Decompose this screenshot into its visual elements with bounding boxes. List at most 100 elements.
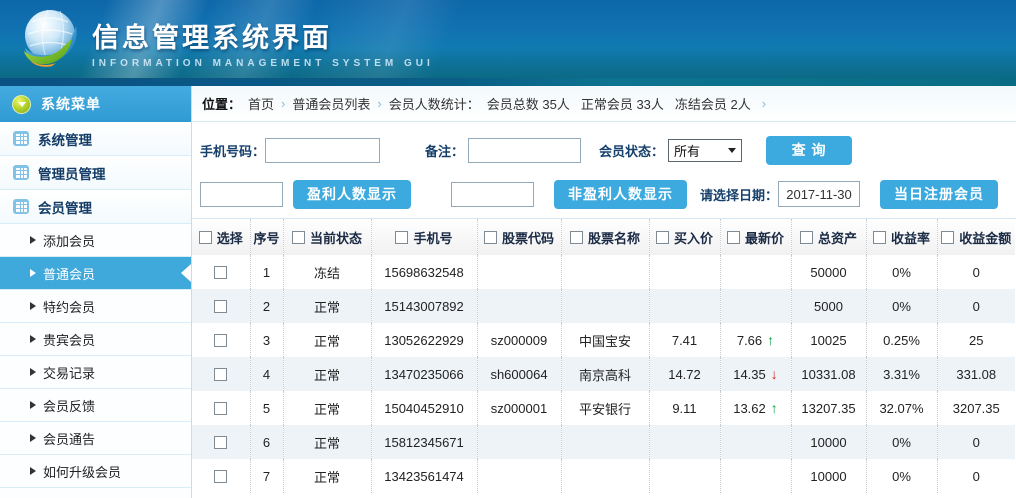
brand-block: 信息管理系统界面 INFORMATION MANAGEMENT SYSTEM G… [92, 16, 434, 69]
column-label: 总资产 [818, 228, 857, 247]
header-checkbox[interactable] [656, 231, 669, 244]
table-row: 2正常1514300789250000%0 [192, 289, 1015, 323]
cell-latest [720, 425, 791, 459]
status-label: 会员状态： [599, 141, 664, 160]
column-header-买入价: 买入价 [649, 219, 720, 255]
cell-status: 正常 [283, 391, 371, 425]
cell-latest: 7.66↑ [720, 323, 791, 357]
cell-code: sh600064 [477, 357, 561, 391]
row-checkbox[interactable] [214, 300, 227, 313]
cell-rate: 32.07% [866, 391, 937, 425]
menu-toggle-icon[interactable] [12, 95, 31, 114]
profit-display-button[interactable]: 盈利人数显示 [293, 180, 411, 209]
sidebar-item-会员反馈[interactable]: 会员反馈 [0, 389, 191, 422]
header-checkbox[interactable] [395, 231, 408, 244]
sidebar-item-特约会员[interactable]: 特约会员 [0, 290, 191, 323]
menu-header-label: 系统菜单 [41, 94, 101, 114]
header-checkbox[interactable] [800, 231, 813, 244]
column-label: 选择 [217, 228, 243, 247]
cell-code [477, 459, 561, 493]
sidebar-item-label: 交易记录 [43, 363, 95, 382]
row-checkbox[interactable] [214, 436, 227, 449]
cell-stock [561, 289, 649, 323]
row-checkbox[interactable] [214, 334, 227, 347]
header-checkbox[interactable] [484, 231, 497, 244]
status-select[interactable]: 所有 [668, 139, 742, 162]
breadcrumb-link-首页[interactable]: 首页 [248, 94, 274, 113]
profit-count-input[interactable] [200, 182, 283, 207]
sidebar-item-会员备注[interactable]: 会员备注 [0, 488, 191, 498]
sidebar-item-贵宾会员[interactable]: 贵宾会员 [0, 323, 191, 356]
members-table-wrap: 选择序号当前状态手机号股票代码股票名称买入价最新价总资产收益率收益金额 1冻结1… [192, 218, 1016, 493]
triangle-bullet-icon [30, 335, 36, 343]
phone-input[interactable] [265, 138, 380, 163]
header-checkbox[interactable] [727, 231, 740, 244]
triangle-bullet-icon [30, 467, 36, 475]
cell-latest: 14.35↓ [720, 357, 791, 391]
sidebar-item-如何升级会员[interactable]: 如何升级会员 [0, 455, 191, 488]
date-input[interactable] [778, 181, 860, 207]
cell-rate: 0% [866, 459, 937, 493]
search-button[interactable]: 查 询 [766, 136, 852, 165]
grid-icon [13, 199, 29, 214]
latest-price: 14.35 [733, 367, 766, 382]
cell-latest: 13.62↑ [720, 391, 791, 425]
row-checkbox[interactable] [214, 368, 227, 381]
cell-cb [192, 323, 250, 357]
sidebar-item-交易记录[interactable]: 交易记录 [0, 356, 191, 389]
cell-latest [720, 459, 791, 493]
cell-cb [192, 255, 250, 289]
cell-stock [561, 255, 649, 289]
sidebar-item-添加会员[interactable]: 添加会员 [0, 224, 191, 257]
column-header-收益率: 收益率 [866, 219, 937, 255]
cell-rate: 0% [866, 425, 937, 459]
cell-no: 6 [250, 425, 283, 459]
dropdown-arrow-icon [728, 148, 736, 153]
header-divider-strip [0, 78, 1016, 86]
column-header-最新价: 最新价 [720, 219, 791, 255]
note-input[interactable] [468, 138, 581, 163]
sidebar-item-普通会员[interactable]: 普通会员 [0, 257, 191, 290]
cell-assets: 13207.35 [791, 391, 866, 425]
cell-assets: 5000 [791, 289, 866, 323]
sidebar-item-会员管理[interactable]: 会员管理 [0, 190, 191, 224]
nonprofit-count-input[interactable] [451, 182, 534, 207]
logo-globe-icon [18, 6, 84, 72]
cell-buy [649, 425, 720, 459]
sidebar-item-label: 系统管理 [38, 129, 92, 149]
column-header-序号: 序号 [250, 219, 283, 255]
sidebar-item-会员通告[interactable]: 会员通告 [0, 422, 191, 455]
cell-assets: 10000 [791, 459, 866, 493]
column-label: 收益金额 [959, 228, 1011, 247]
cell-no: 1 [250, 255, 283, 289]
triangle-bullet-icon [30, 236, 36, 244]
sidebar-item-label: 贵宾会员 [43, 330, 95, 349]
row-checkbox[interactable] [214, 402, 227, 415]
column-label: 序号 [253, 228, 279, 247]
cell-amount: 331.08 [937, 357, 1015, 391]
column-label: 股票名称 [588, 228, 640, 247]
header-checkbox[interactable] [941, 231, 954, 244]
cell-buy: 14.72 [649, 357, 720, 391]
today-registered-button[interactable]: 当日注册会员 [880, 180, 998, 209]
header-checkbox[interactable] [570, 231, 583, 244]
header-checkbox[interactable] [292, 231, 305, 244]
cell-phone: 15143007892 [371, 289, 477, 323]
cell-assets: 10331.08 [791, 357, 866, 391]
row-checkbox[interactable] [214, 470, 227, 483]
header-checkbox[interactable] [199, 231, 212, 244]
breadcrumb-link-普通会员列表[interactable]: 普通会员列表 [292, 94, 370, 113]
triangle-bullet-icon [30, 434, 36, 442]
sidebar-item-管理员管理[interactable]: 管理员管理 [0, 156, 191, 190]
nonprofit-display-button[interactable]: 非盈利人数显示 [554, 180, 687, 209]
latest-price: 7.66 [737, 333, 762, 348]
table-row: 3正常13052622929sz000009中国宝安7.417.66↑10025… [192, 323, 1015, 357]
sidebar-menu-header[interactable]: 系统菜单 [0, 86, 191, 122]
cell-no: 3 [250, 323, 283, 357]
cell-amount: 25 [937, 323, 1015, 357]
sidebar-item-系统管理[interactable]: 系统管理 [0, 122, 191, 156]
header-checkbox[interactable] [873, 231, 886, 244]
column-header-总资产: 总资产 [791, 219, 866, 255]
table-row: 6正常15812345671100000%0 [192, 425, 1015, 459]
row-checkbox[interactable] [214, 266, 227, 279]
